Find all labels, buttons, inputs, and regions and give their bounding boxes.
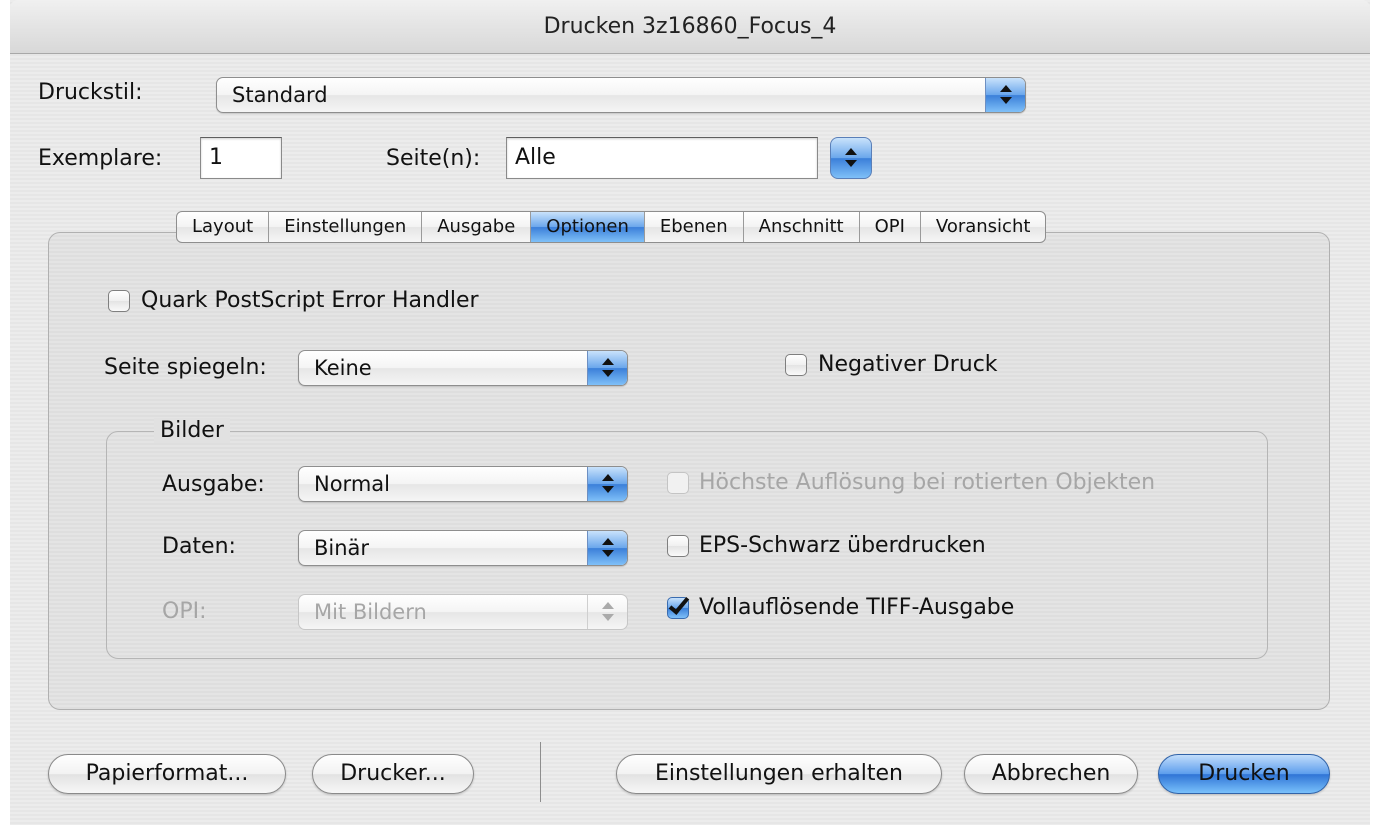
tab-optionen[interactable]: Optionen [531,212,645,242]
druckstil-popup[interactable]: Standard [216,77,1026,113]
popup-arrows-icon [587,531,627,565]
exemplare-label: Exemplare: [38,146,163,171]
tab-anschnitt[interactable]: Anschnitt [744,212,860,242]
window-title: Drucken 3z16860_Focus_4 [10,0,1370,54]
bilder-legend: Bilder [154,418,230,443]
daten-popup[interactable]: Binär [298,530,628,566]
tab-voransicht[interactable]: Voransicht [921,212,1046,242]
tab-opi[interactable]: OPI [860,212,921,242]
ausgabe-value: Normal [314,472,390,496]
popup-arrows-icon [587,467,627,501]
einstellungen-erhalten-button[interactable]: Einstellungen erhalten [616,754,942,794]
negativ-label: Negativer Druck [818,352,998,377]
error-handler-label: Quark PostScript Error Handler [141,288,479,313]
spiegeln-value: Keine [314,356,372,380]
spiegeln-popup[interactable]: Keine [298,350,628,386]
drucken-button[interactable]: Drucken [1158,754,1330,794]
tab-ausgabe[interactable]: Ausgabe [422,212,532,242]
ausgabe-label: Ausgabe: [162,472,265,497]
popup-arrows-icon [587,351,627,385]
abbrechen-button[interactable]: Abbrechen [964,754,1138,794]
druckstil-value: Standard [232,83,328,107]
opi-label: OPI: [162,599,207,624]
tiff-label: Vollauflösende TIFF-Ausgabe [699,595,1015,620]
hoechste-label: Höchste Auflösung bei rotierten Objekten [699,470,1156,495]
tab-bar: Layout Einstellungen Ausgabe Optionen Eb… [176,211,1047,243]
daten-label: Daten: [162,534,236,559]
spiegeln-label: Seite spiegeln: [104,355,267,380]
tab-einstellungen[interactable]: Einstellungen [269,212,423,242]
exemplare-field[interactable]: 1 [200,137,282,179]
tiff-checkbox[interactable] [667,593,690,619]
print-dialog: Drucken 3z16860_Focus_4 Druckstil: Stand… [10,0,1370,825]
checkmark-icon [668,593,690,615]
error-handler-checkbox[interactable] [108,290,130,312]
papierformat-button[interactable]: Papierformat... [48,754,286,794]
popup-arrows-icon [985,78,1025,112]
eps-checkbox[interactable] [667,535,689,557]
seiten-field[interactable]: Alle [506,137,818,179]
ausgabe-popup[interactable]: Normal [298,466,628,502]
eps-label: EPS-Schwarz überdrucken [699,533,986,558]
opi-value: Mit Bildern [314,600,427,624]
negativ-checkbox[interactable] [785,354,807,376]
druckstil-label: Druckstil: [38,80,143,105]
opi-popup: Mit Bildern [298,594,628,630]
daten-value: Binär [314,536,370,560]
popup-arrows-icon [587,595,627,629]
seiten-label: Seite(n): [386,146,481,171]
seiten-stepper[interactable] [830,137,872,179]
drucker-button[interactable]: Drucker... [312,754,474,794]
hoechste-checkbox [667,472,689,494]
button-separator [540,742,541,802]
tab-layout[interactable]: Layout [177,212,270,242]
tab-ebenen[interactable]: Ebenen [645,212,744,242]
